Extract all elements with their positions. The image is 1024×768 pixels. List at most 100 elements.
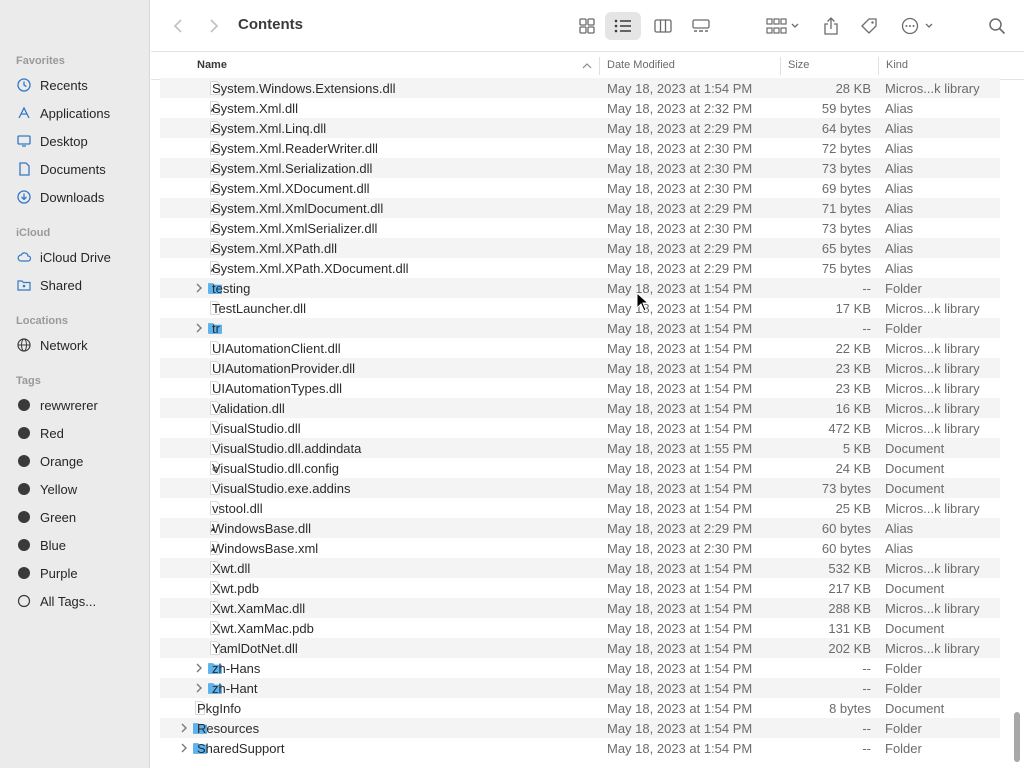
disclosure-triangle-icon[interactable] [179, 742, 189, 754]
table-row[interactable]: Xwt.XamMac.dll May 18, 2023 at 1:54 PM 288… [160, 598, 1000, 618]
file-name: System.Xml.XDocument.dll [212, 181, 370, 196]
table-row[interactable]: zh-Hans May 18, 2023 at 1:54 PM -- Folder [160, 658, 1000, 678]
sidebar-item-desktop[interactable]: Desktop [16, 130, 144, 152]
table-row[interactable]: System.Xml.Linq.dll May 18, 2023 at 2:29 … [160, 118, 1000, 138]
table-row[interactable]: UIAutomationClient.dll May 18, 2023 at 1:… [160, 338, 1000, 358]
file-date-modified: May 18, 2023 at 2:29 PM [607, 201, 753, 216]
table-row[interactable]: Resources May 18, 2023 at 1:54 PM -- Folder [160, 718, 1000, 738]
column-kind-header[interactable]: Kind [886, 59, 908, 71]
table-row[interactable]: UIAutomationTypes.dll May 18, 2023 at 1:5… [160, 378, 1000, 398]
file-size: 17 KB [835, 301, 871, 316]
sidebar-item-shared[interactable]: Shared [16, 274, 144, 296]
column-separator[interactable] [780, 57, 781, 75]
file-name: System.Xml.Linq.dll [212, 121, 327, 136]
table-row[interactable]: vstool.dll May 18, 2023 at 1:54 PM 25 KB Mi… [160, 498, 1000, 518]
table-row[interactable]: WindowsBase.dll May 18, 2023 at 2:29 PM 60… [160, 518, 1000, 538]
file-date-modified: May 18, 2023 at 2:29 PM [607, 261, 753, 276]
file-date-modified: May 18, 2023 at 1:54 PM [607, 421, 753, 436]
table-row[interactable]: Xwt.XamMac.pdb May 18, 2023 at 1:54 PM 131… [160, 618, 1000, 638]
vertical-scrollbar[interactable] [1014, 712, 1020, 762]
search-button[interactable] [985, 12, 1009, 40]
table-row[interactable]: System.Xml.dll May 18, 2023 at 2:32 PM 59 … [160, 98, 1000, 118]
file-kind: Document [885, 581, 945, 596]
table-row[interactable]: zh-Hant May 18, 2023 at 1:54 PM -- Folder [160, 678, 1000, 698]
file-name: WindowsBase.xml [212, 541, 319, 556]
file-name: WindowsBase.dll [212, 521, 311, 536]
disclosure-triangle-icon[interactable] [179, 722, 189, 734]
disclosure-triangle-icon[interactable] [194, 322, 204, 334]
table-row[interactable]: System.Xml.XmlSerializer.dll May 18, 2023… [160, 218, 1000, 238]
table-row[interactable]: VisualStudio.dll.config May 18, 2023 at 1… [160, 458, 1000, 478]
table-row[interactable]: System.Windows.Extensions.dll May 18, 202… [160, 78, 1000, 98]
sidebar-tag-green[interactable]: Green [16, 506, 144, 528]
file-name: zh-Hans [212, 661, 261, 676]
file-date-modified: May 18, 2023 at 1:54 PM [607, 681, 753, 696]
gallery-view-button[interactable] [687, 12, 715, 40]
table-row[interactable]: Xwt.dll May 18, 2023 at 1:54 PM 532 KB Micr… [160, 558, 1000, 578]
table-row[interactable]: System.Xml.XmlDocument.dll May 18, 2023 a… [160, 198, 1000, 218]
file-kind: Micros...k library [885, 401, 980, 416]
group-by-button[interactable] [763, 12, 803, 40]
column-separator[interactable] [878, 57, 879, 75]
sidebar-item-applications[interactable]: Applications [16, 102, 144, 124]
table-row[interactable]: VisualStudio.dll.addindata May 18, 2023 a… [160, 438, 1000, 458]
table-row[interactable]: VisualStudio.exe.addins May 18, 2023 at 1… [160, 478, 1000, 498]
column-date-header[interactable]: Date Modified [607, 59, 675, 71]
sidebar-tag-purple[interactable]: Purple [16, 562, 144, 584]
table-row[interactable]: System.Xml.ReaderWriter.dll May 18, 2023 … [160, 138, 1000, 158]
file-date-modified: May 18, 2023 at 1:54 PM [607, 501, 753, 516]
sidebar-tag-rewwrerer[interactable]: rewwrerer [16, 394, 144, 416]
table-row[interactable]: System.Xml.XPath.XDocument.dll May 18, 20… [160, 258, 1000, 278]
table-row[interactable]: System.Xml.XDocument.dll May 18, 2023 at … [160, 178, 1000, 198]
table-row[interactable]: System.Xml.XPath.dll May 18, 2023 at 2:29… [160, 238, 1000, 258]
file-date-modified: May 18, 2023 at 1:54 PM [607, 361, 753, 376]
sidebar-item-label: Green [40, 509, 77, 525]
file-name: Xwt.dll [212, 561, 251, 576]
disclosure-triangle-icon[interactable] [194, 282, 204, 294]
share-button[interactable] [819, 12, 843, 40]
column-name-header[interactable]: Name [197, 59, 227, 71]
disclosure-triangle-icon[interactable] [194, 682, 204, 694]
file-kind: Micros...k library [885, 601, 980, 616]
sidebar-item-icloud-drive[interactable]: iCloud Drive [16, 246, 144, 268]
table-row[interactable]: tr May 18, 2023 at 1:54 PM -- Folder [160, 318, 1000, 338]
file-size: 22 KB [835, 341, 871, 356]
column-separator[interactable] [599, 57, 600, 75]
sidebar-item-downloads[interactable]: Downloads [16, 186, 144, 208]
back-button[interactable] [167, 12, 189, 40]
sidebar-tag-blue[interactable]: Blue [16, 534, 144, 556]
table-row[interactable]: VisualStudio.dll May 18, 2023 at 1:54 PM 4… [160, 418, 1000, 438]
icon-view-button[interactable] [573, 12, 601, 40]
file-date-modified: May 18, 2023 at 1:54 PM [607, 561, 753, 576]
file-kind: Document [885, 441, 945, 456]
column-size-header[interactable]: Size [788, 59, 809, 71]
tag-button[interactable] [857, 12, 881, 40]
sidebar-item-recents[interactable]: Recents [16, 74, 144, 96]
table-row[interactable]: Validation.dll May 18, 2023 at 1:54 PM 16 … [160, 398, 1000, 418]
clock-icon [16, 77, 32, 93]
sidebar-tag-yellow[interactable]: Yellow [16, 478, 144, 500]
sidebar-all-tags[interactable]: All Tags... [16, 590, 144, 612]
table-row[interactable]: TestLauncher.dll May 18, 2023 at 1:54 PM 1… [160, 298, 1000, 318]
file-size: 532 KB [828, 561, 871, 576]
sidebar-item-network[interactable]: Network [16, 334, 144, 356]
file-date-modified: May 18, 2023 at 1:55 PM [607, 441, 753, 456]
more-actions-button[interactable] [899, 12, 939, 40]
table-row[interactable]: PkgInfo May 18, 2023 at 1:54 PM 8 bytes Doc… [160, 698, 1000, 718]
table-row[interactable]: UIAutomationProvider.dll May 18, 2023 at … [160, 358, 1000, 378]
table-row[interactable]: testing May 18, 2023 at 1:54 PM -- Folder [160, 278, 1000, 298]
sidebar-tag-red[interactable]: Red [16, 422, 144, 444]
forward-button[interactable] [203, 12, 225, 40]
list-view-button[interactable] [605, 12, 641, 40]
column-view-button[interactable] [649, 12, 677, 40]
table-row[interactable]: Xwt.pdb May 18, 2023 at 1:54 PM 217 KB Docu… [160, 578, 1000, 598]
tag-dot-icon [18, 483, 30, 495]
table-row[interactable]: SharedSupport May 18, 2023 at 1:54 PM -- Fo… [160, 738, 1000, 758]
table-row[interactable]: YamlDotNet.dll May 18, 2023 at 1:54 PM 202… [160, 638, 1000, 658]
sidebar-item-documents[interactable]: Documents [16, 158, 144, 180]
file-kind: Micros...k library [885, 561, 980, 576]
disclosure-triangle-icon[interactable] [194, 662, 204, 674]
sidebar-tag-orange[interactable]: Orange [16, 450, 144, 472]
table-row[interactable]: WindowsBase.xml May 18, 2023 at 2:30 PM 60… [160, 538, 1000, 558]
table-row[interactable]: System.Xml.Serialization.dll May 18, 2023… [160, 158, 1000, 178]
